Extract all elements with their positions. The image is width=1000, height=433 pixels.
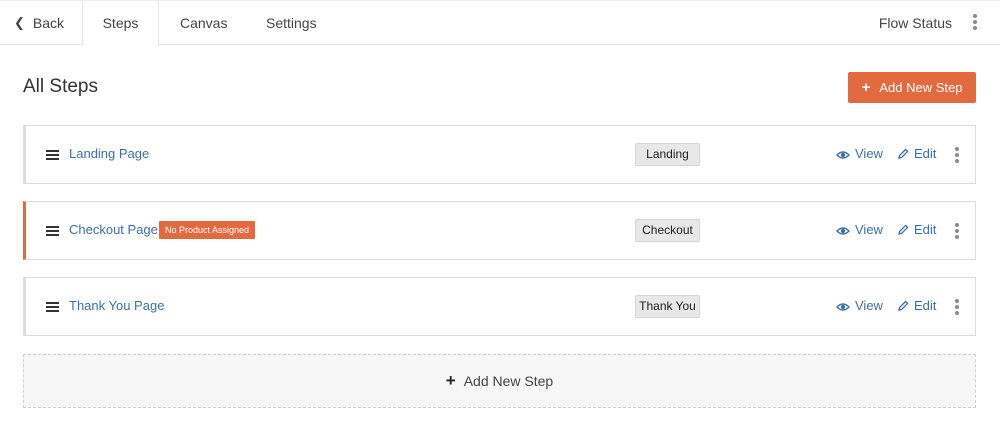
step-name[interactable]: Checkout Page <box>69 222 158 237</box>
step-row-thank-you: Thank You Page Thank You View Edit <box>23 277 976 336</box>
view-label: View <box>855 222 883 237</box>
eye-icon <box>836 151 850 159</box>
kebab-menu-icon[interactable] <box>954 147 960 165</box>
view-step-link[interactable]: View <box>836 298 883 313</box>
edit-label: Edit <box>914 146 937 161</box>
step-row-landing: Landing Page Landing View Edit <box>23 125 976 184</box>
flow-status-label[interactable]: Flow Status <box>879 1 952 45</box>
edit-label: Edit <box>914 298 937 313</box>
eye-icon <box>836 303 850 311</box>
back-link[interactable]: ❮ Back <box>14 1 64 45</box>
add-new-step-button[interactable]: + Add New Step <box>848 72 976 103</box>
kebab-menu-icon[interactable] <box>954 223 960 241</box>
kebab-menu-icon[interactable] <box>972 14 978 32</box>
tab-canvas[interactable]: Canvas <box>180 1 227 45</box>
plus-icon: + <box>445 371 456 390</box>
add-new-step-label: Add New Step <box>463 373 554 389</box>
pencil-icon <box>898 300 909 311</box>
drag-handle-icon[interactable] <box>46 226 59 236</box>
back-label: Back <box>32 15 65 31</box>
view-step-link[interactable]: View <box>836 146 883 161</box>
drag-handle-icon[interactable] <box>46 150 59 160</box>
eye-icon <box>836 227 850 235</box>
view-step-link[interactable]: View <box>836 222 883 237</box>
step-name[interactable]: Landing Page <box>69 146 149 161</box>
status-badge: No Product Assigned <box>159 221 256 239</box>
step-type-badge: Landing <box>635 143 700 166</box>
add-new-step-area[interactable]: + Add New Step <box>23 354 976 408</box>
edit-step-link[interactable]: Edit <box>897 146 936 161</box>
drag-handle-icon[interactable] <box>46 302 59 312</box>
view-label: View <box>855 298 883 313</box>
pencil-icon <box>898 148 909 159</box>
plus-icon: + <box>861 79 871 96</box>
step-type-badge: Checkout <box>635 219 700 242</box>
step-name[interactable]: Thank You Page <box>69 298 164 313</box>
top-navigation: ❮ Back Steps Canvas Settings Flow Status <box>0 0 1000 46</box>
chevron-left-icon: ❮ <box>14 15 25 30</box>
step-type-badge: Thank You <box>635 295 700 318</box>
tab-settings[interactable]: Settings <box>266 1 317 45</box>
edit-label: Edit <box>914 222 937 237</box>
pencil-icon <box>898 224 909 235</box>
page-title: All Steps <box>23 76 98 97</box>
edit-step-link[interactable]: Edit <box>897 222 936 237</box>
view-label: View <box>855 146 883 161</box>
step-row-checkout: Checkout Page No Product Assigned Checko… <box>23 201 976 260</box>
edit-step-link[interactable]: Edit <box>897 298 936 313</box>
kebab-menu-icon[interactable] <box>954 299 960 317</box>
tab-steps[interactable]: Steps <box>82 1 159 46</box>
add-new-step-button-label: Add New Step <box>879 80 963 95</box>
